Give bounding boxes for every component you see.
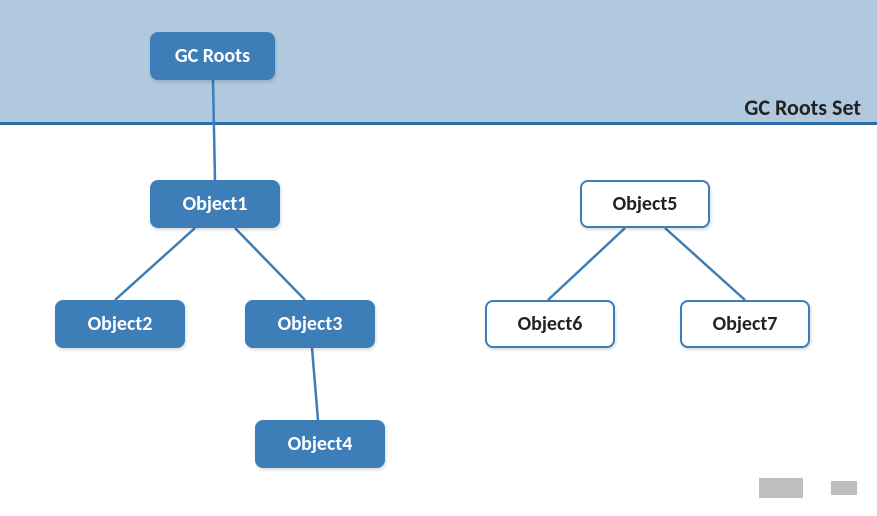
edge-obj3-obj4 bbox=[312, 348, 318, 420]
node-label: Object1 bbox=[183, 192, 248, 216]
decorative-bar bbox=[831, 481, 857, 495]
edge-obj1-obj2 bbox=[115, 228, 195, 300]
edge-obj1-obj3 bbox=[235, 228, 305, 300]
node-label: Object6 bbox=[518, 312, 583, 336]
node-label: Object3 bbox=[278, 312, 343, 336]
decorative-bars bbox=[759, 478, 857, 498]
gc-roots-region-label: GC Roots Set bbox=[744, 94, 861, 121]
node-gc-roots: GC Roots bbox=[150, 32, 275, 80]
decorative-bar bbox=[759, 478, 803, 498]
node-label: Object4 bbox=[288, 432, 353, 456]
node-object1: Object1 bbox=[150, 180, 280, 228]
node-label: GC Roots bbox=[175, 44, 250, 68]
node-object5: Object5 bbox=[580, 180, 710, 228]
node-label: Object7 bbox=[713, 312, 778, 336]
node-object4: Object4 bbox=[255, 420, 385, 468]
node-object3: Object3 bbox=[245, 300, 375, 348]
edge-obj5-obj7 bbox=[665, 228, 745, 300]
node-object2: Object2 bbox=[55, 300, 185, 348]
node-label: Object2 bbox=[88, 312, 153, 336]
node-object6: Object6 bbox=[485, 300, 615, 348]
node-object7: Object7 bbox=[680, 300, 810, 348]
node-label: Object5 bbox=[613, 192, 678, 216]
edge-obj5-obj6 bbox=[548, 228, 625, 300]
